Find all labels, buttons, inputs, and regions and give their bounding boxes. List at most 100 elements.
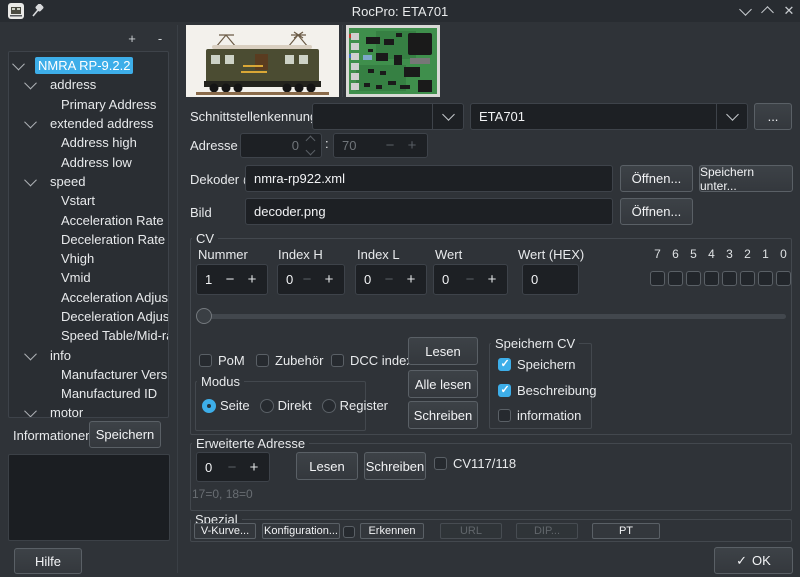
information-checkbox[interactable] <box>498 409 511 422</box>
tree-item-speed-table-mid-rang[interactable]: Speed Table/Mid-rang <box>9 326 168 345</box>
speichern-cv-row-speichern[interactable]: Speichern <box>498 357 576 372</box>
modus-radio-seite[interactable] <box>202 399 216 413</box>
dekoder-file-input[interactable] <box>245 165 613 192</box>
dip-button[interactable]: DIP... <box>516 523 578 539</box>
cv117-checkbox-row[interactable]: CV117/118 <box>434 456 516 471</box>
info-speichern-button[interactable]: Speichern <box>89 421 161 448</box>
pom-checkbox-row[interactable]: PoM <box>199 353 245 368</box>
pom-checkbox[interactable] <box>199 354 212 367</box>
speichern-checkbox[interactable] <box>498 358 511 371</box>
beschreibung-checkbox[interactable] <box>498 384 511 397</box>
tree-item-primary-address[interactable]: Primary Address <box>9 95 168 114</box>
zubehoer-checkbox-row[interactable]: Zubehör <box>256 353 323 368</box>
decrement-button[interactable]: − <box>459 271 481 288</box>
bild-file-input[interactable] <box>245 198 613 225</box>
decoder-id-combobox[interactable]: ETA701 <box>470 103 748 130</box>
tree-item-address-low[interactable]: Address low <box>9 152 168 171</box>
url-button[interactable]: URL <box>440 523 502 539</box>
cv117-checkbox[interactable] <box>434 457 447 470</box>
decrement-button[interactable]: − <box>221 459 243 476</box>
konfiguration-checkbox[interactable] <box>343 526 355 538</box>
erweiterte-adresse-spinner[interactable]: 0 − + <box>196 452 270 482</box>
chevron-down-icon[interactable] <box>24 174 37 187</box>
adresse-high-spinner[interactable]: 70 − + <box>333 133 428 158</box>
minimize-button[interactable] <box>735 0 755 22</box>
tree-item-extended-address[interactable]: extended address <box>9 114 168 133</box>
interface-combobox[interactable] <box>312 103 464 130</box>
modus-radio-register[interactable] <box>322 399 336 413</box>
tree-expand-button[interactable]: + <box>124 32 140 47</box>
cv-wert-hex-input[interactable] <box>522 264 579 295</box>
konfiguration-button[interactable]: Konfiguration... <box>262 523 340 539</box>
cv-bit-3-checkbox[interactable] <box>722 271 737 286</box>
combobox-arrow[interactable] <box>432 104 463 129</box>
tree-item-vhigh[interactable]: Vhigh <box>9 249 168 268</box>
close-button[interactable]: ✕ <box>779 0 799 22</box>
speichern-cv-row-information[interactable]: information <box>498 408 581 423</box>
tree-item-manufacturer-version[interactable]: Manufacturer Version <box>9 365 168 384</box>
increment-button[interactable]: + <box>318 271 340 288</box>
dcc-index-checkbox[interactable] <box>331 354 344 367</box>
tree-item-deceleration-rate[interactable]: Deceleration Rate <box>9 230 168 249</box>
tree-item-address[interactable]: address <box>9 75 168 94</box>
cv-bit-4-checkbox[interactable] <box>704 271 719 286</box>
hilfe-button[interactable]: Hilfe <box>14 548 82 574</box>
decrement-button[interactable]: − <box>219 271 241 288</box>
chevron-down-icon[interactable] <box>24 405 37 418</box>
decrement-button[interactable]: − <box>296 271 318 288</box>
increment-button[interactable]: + <box>400 271 422 288</box>
dekoder-oeffnen-button[interactable]: Öffnen... <box>620 165 693 192</box>
tree-item-vstart[interactable]: Vstart <box>9 191 168 210</box>
informationen-textarea[interactable] <box>8 454 170 541</box>
modus-radio-direkt[interactable] <box>260 399 274 413</box>
cv-bit-5-checkbox[interactable] <box>686 271 701 286</box>
cv-bit-2-checkbox[interactable] <box>740 271 755 286</box>
erkennen-button[interactable]: Erkennen <box>360 523 424 539</box>
chevron-down-icon[interactable] <box>12 58 25 71</box>
combobox-arrow[interactable] <box>716 104 747 129</box>
increment-button[interactable]: + <box>241 271 263 288</box>
tree-item-acceleration-rate[interactable]: Acceleration Rate <box>9 210 168 229</box>
increment-button[interactable]: + <box>243 459 265 476</box>
tree-item-info[interactable]: info <box>9 345 168 364</box>
adresse-spinner[interactable]: 0 <box>240 133 322 158</box>
zubehoer-checkbox[interactable] <box>256 354 269 367</box>
chevron-down-icon[interactable] <box>24 116 37 129</box>
slider-groove[interactable] <box>200 314 786 319</box>
chevron-down-icon[interactable] <box>24 347 37 360</box>
cv-bit-6-checkbox[interactable] <box>668 271 683 286</box>
cv-nummer-spinner[interactable]: 1 − + <box>196 264 268 295</box>
cv-schreiben-button[interactable]: Schreiben <box>408 401 478 429</box>
tree-item-vmid[interactable]: Vmid <box>9 268 168 287</box>
decrement-button[interactable]: − <box>378 271 400 288</box>
bild-oeffnen-button[interactable]: Öffnen... <box>620 198 693 225</box>
tree-item-nmra-rp-9-2-2[interactable]: NMRA RP-9.2.2 <box>9 56 168 75</box>
erweiterte-lesen-button[interactable]: Lesen <box>296 452 358 480</box>
pane-splitter[interactable] <box>177 25 178 573</box>
slider-handle[interactable] <box>196 308 212 324</box>
tree-item-deceleration-adjustme[interactable]: Deceleration Adjustme <box>9 307 168 326</box>
cv-bit-7-checkbox[interactable] <box>650 271 665 286</box>
cv-bit-1-checkbox[interactable] <box>758 271 773 286</box>
tree-item-address-high[interactable]: Address high <box>9 133 168 152</box>
cv-index-h-spinner[interactable]: 0 − + <box>277 264 345 295</box>
tree-item-speed[interactable]: speed <box>9 172 168 191</box>
cv-index-l-spinner[interactable]: 0 − + <box>355 264 427 295</box>
speichern-cv-row-beschreibung[interactable]: Beschreibung <box>498 383 597 398</box>
alle-lesen-button[interactable]: Alle lesen <box>408 370 478 398</box>
tree-item-acceleration-adjustme[interactable]: Acceleration Adjustme <box>9 288 168 307</box>
tree-collapse-button[interactable]: - <box>152 32 168 47</box>
spinner-arrows[interactable] <box>303 137 317 154</box>
cv-tree[interactable]: NMRA RP-9.2.2addressPrimary Addressexten… <box>8 51 169 418</box>
more-button[interactable]: ... <box>754 103 792 130</box>
chevron-down-icon[interactable] <box>24 77 37 90</box>
cv-wert-spinner[interactable]: 0 − + <box>433 264 508 295</box>
tree-item-motor[interactable]: motor <box>9 403 168 418</box>
maximize-button[interactable] <box>757 0 777 22</box>
ok-button[interactable]: ✓ OK <box>714 547 793 574</box>
pt-button[interactable]: PT <box>592 523 660 539</box>
cv-lesen-button[interactable]: Lesen <box>408 337 478 365</box>
cv-bit-0-checkbox[interactable] <box>776 271 791 286</box>
decrement-button[interactable]: − <box>379 137 401 154</box>
tree-item-manufactured-id[interactable]: Manufactured ID <box>9 384 168 403</box>
